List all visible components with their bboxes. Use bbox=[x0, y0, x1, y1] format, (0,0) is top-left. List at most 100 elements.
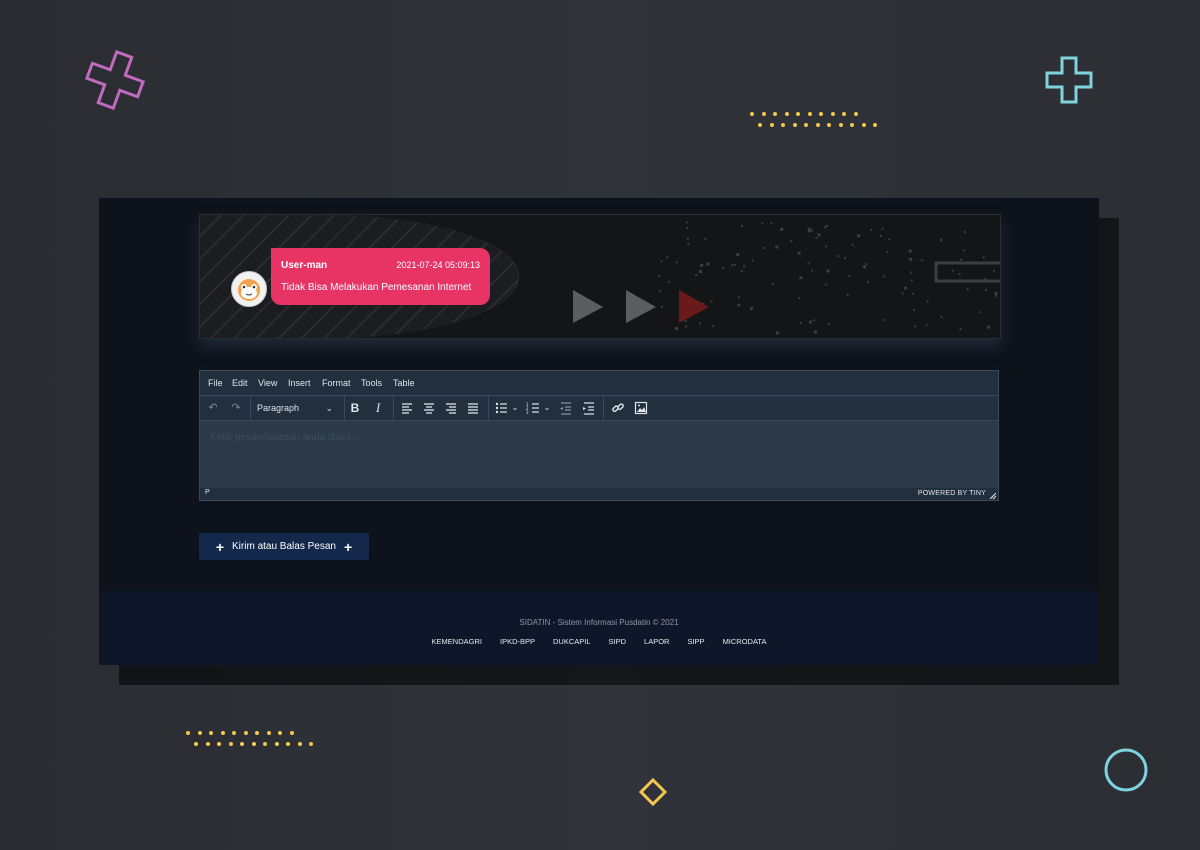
menu-edit[interactable]: Edit bbox=[232, 378, 248, 388]
dot-decoration bbox=[850, 123, 854, 127]
dot-decoration bbox=[861, 123, 866, 127]
dot-decoration bbox=[827, 123, 831, 127]
play-arrow-decoration bbox=[626, 290, 656, 323]
dot-decoration bbox=[243, 731, 248, 735]
element-path[interactable]: P bbox=[205, 489, 210, 496]
star-decoration bbox=[870, 228, 873, 231]
pink-cross-decoration bbox=[84, 49, 146, 111]
numbered-list-icon[interactable]: 123 bbox=[526, 400, 540, 416]
svg-text:3: 3 bbox=[526, 410, 529, 415]
italic-icon[interactable]: I bbox=[371, 400, 385, 416]
star-decoration bbox=[658, 275, 661, 278]
star-decoration bbox=[940, 315, 943, 318]
star-decoration bbox=[994, 292, 998, 296]
dot-decoration bbox=[804, 123, 808, 127]
star-decoration bbox=[994, 294, 997, 297]
star-decoration bbox=[960, 258, 963, 261]
yellow-dots-top-decoration bbox=[750, 112, 895, 132]
star-decoration bbox=[731, 264, 734, 267]
star-decoration bbox=[958, 273, 961, 276]
indent-icon[interactable] bbox=[582, 400, 596, 416]
bullet-list-icon[interactable] bbox=[494, 400, 508, 416]
image-icon[interactable] bbox=[634, 400, 648, 416]
star-decoration bbox=[751, 259, 754, 262]
main-card: User-man 2021-07-24 05:09:13 Tidak Bisa … bbox=[99, 198, 1099, 665]
undo-icon[interactable]: ↶ bbox=[206, 400, 220, 416]
align-center-icon[interactable] bbox=[422, 400, 436, 416]
star-decoration bbox=[882, 275, 885, 278]
toolbar-separator bbox=[344, 396, 345, 420]
star-decoration bbox=[807, 227, 811, 231]
star-decoration bbox=[909, 257, 913, 261]
hamster-avatar-icon bbox=[238, 279, 260, 301]
star-decoration bbox=[722, 267, 725, 270]
dot-decoration bbox=[792, 123, 797, 127]
link-icon[interactable] bbox=[611, 400, 625, 416]
editor-content-area[interactable]: Ketik pesan/balasan anda disini... bbox=[200, 421, 998, 489]
menu-view[interactable]: View bbox=[258, 378, 277, 388]
starry-background bbox=[573, 221, 1000, 335]
tiny-branding-link[interactable]: POWERED BY TINY bbox=[918, 490, 986, 497]
block-format-dropdown[interactable]: Paragraph ⌄ bbox=[257, 400, 337, 416]
footer-link-dukcapil[interactable]: DUKCAPIL bbox=[553, 637, 591, 646]
dot-decoration bbox=[758, 123, 762, 127]
star-decoration bbox=[712, 324, 715, 327]
dot-decoration bbox=[278, 731, 282, 735]
star-decoration bbox=[837, 255, 840, 258]
align-right-icon[interactable] bbox=[444, 400, 458, 416]
toolbar-separator bbox=[603, 396, 604, 420]
resize-handle-icon[interactable] bbox=[990, 493, 996, 499]
dot-decoration bbox=[186, 731, 190, 735]
message-username: User-man bbox=[281, 260, 328, 271]
send-reply-button[interactable]: + Kirim atau Balas Pesan + bbox=[199, 533, 369, 560]
chat-conversation-panel: User-man 2021-07-24 05:09:13 Tidak Bisa … bbox=[199, 214, 1001, 339]
editor-toolbar: ↶ ↷ Paragraph ⌄ B I ⌄ 123 ⌄ bbox=[200, 396, 998, 421]
star-decoration bbox=[865, 263, 868, 266]
star-decoration bbox=[913, 308, 916, 311]
dot-decoration bbox=[309, 742, 313, 746]
footer-link-kemendagri[interactable]: KEMENDAGRI bbox=[432, 637, 482, 646]
star-decoration bbox=[815, 237, 818, 240]
menu-table[interactable]: Table bbox=[393, 378, 415, 388]
menu-format[interactable]: Format bbox=[322, 378, 351, 388]
star-decoration bbox=[704, 237, 707, 240]
bold-icon[interactable]: B bbox=[348, 400, 362, 416]
dot-decoration bbox=[853, 112, 858, 116]
align-left-icon[interactable] bbox=[400, 400, 414, 416]
chevron-down-icon[interactable]: ⌄ bbox=[543, 400, 551, 416]
footer-link-lapor[interactable]: LAPOR bbox=[644, 637, 669, 646]
star-decoration bbox=[763, 246, 766, 249]
dot-decoration bbox=[209, 731, 213, 735]
rich-text-editor: File Edit View Insert Format Tools Table… bbox=[199, 370, 999, 501]
star-decoration bbox=[910, 271, 913, 274]
redo-icon[interactable]: ↷ bbox=[229, 400, 243, 416]
message-timestamp: 2021-07-24 05:09:13 bbox=[396, 260, 480, 270]
star-decoration bbox=[959, 328, 962, 331]
star-decoration bbox=[686, 226, 689, 229]
align-justify-icon[interactable] bbox=[466, 400, 480, 416]
chevron-down-icon[interactable]: ⌄ bbox=[511, 400, 519, 416]
star-decoration bbox=[879, 234, 882, 237]
footer-link-ipkd-bpp[interactable]: IPKD-BPP bbox=[500, 637, 535, 646]
cyan-cross-decoration bbox=[1045, 56, 1093, 104]
footer-link-microdata[interactable]: MICRODATA bbox=[723, 637, 767, 646]
star-decoration bbox=[826, 269, 830, 273]
star-decoration bbox=[675, 261, 678, 264]
star-decoration bbox=[901, 292, 904, 295]
dot-decoration bbox=[232, 731, 236, 735]
outline-box-decoration bbox=[934, 261, 1000, 283]
star-decoration bbox=[979, 311, 982, 314]
menu-file[interactable]: File bbox=[208, 378, 223, 388]
footer-link-sipd[interactable]: SIPD bbox=[609, 637, 627, 646]
star-decoration bbox=[817, 233, 821, 237]
menu-tools[interactable]: Tools bbox=[361, 378, 382, 388]
block-format-value: Paragraph bbox=[257, 403, 300, 413]
star-decoration bbox=[908, 249, 912, 253]
footer-link-sipp[interactable]: SIPP bbox=[687, 637, 704, 646]
outdent-icon[interactable] bbox=[559, 400, 573, 416]
menu-insert[interactable]: Insert bbox=[288, 378, 311, 388]
yellow-dots-bottom-decoration bbox=[186, 731, 331, 751]
dot-decoration bbox=[842, 112, 846, 116]
star-decoration bbox=[807, 262, 810, 265]
star-decoration bbox=[775, 331, 779, 335]
